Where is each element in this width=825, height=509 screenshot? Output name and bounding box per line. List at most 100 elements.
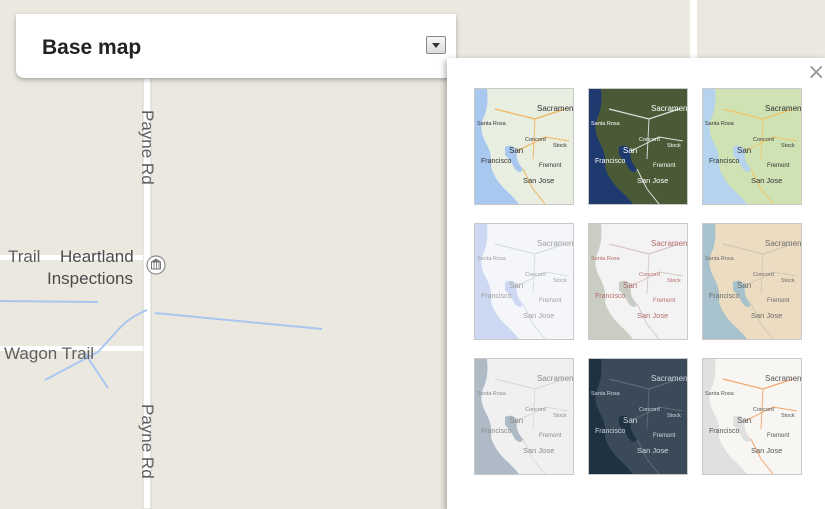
thumbnail-city-label: Francisco — [481, 158, 511, 165]
basemap-thumbnail[interactable]: Sacramento Santa Rosa Concord Stock San Franc… — [474, 223, 574, 340]
thumbnail-city-label: Sacramento — [651, 374, 687, 383]
thumbnail-city-label: Stock — [553, 143, 567, 149]
thumbnail-city-label: Sacramento — [765, 374, 801, 383]
thumbnail-city-label: San — [623, 146, 637, 155]
thumbnail-city-label: Sacramento — [537, 239, 573, 248]
thumbnail-city-label: Concord — [525, 407, 546, 413]
thumbnail-city-label: San Jose — [751, 446, 782, 455]
thumbnail-city-label: Sacramento — [765, 239, 801, 248]
thumbnail-city-label: Fremont — [539, 163, 562, 169]
thumbnail-city-label: Stock — [667, 278, 681, 284]
basemap-header: Base map — [16, 14, 456, 78]
thumbnail-city-label: Stock — [553, 413, 567, 419]
thumbnail-city-label: Santa Rosa — [477, 256, 507, 262]
thumbnail-city-label: San — [623, 416, 637, 425]
thumbnail-city-label: Fremont — [539, 298, 562, 304]
basemap-thumbnail[interactable]: Sacramento Santa Rosa Concord Stock San Franc… — [588, 358, 688, 475]
thumbnail-city-label: Sacramento — [651, 239, 687, 248]
thumbnail-city-label: San Jose — [637, 446, 668, 455]
basemap-gallery-panel: × Sacramento Santa Rosa Concord Stock San Fra… — [447, 58, 825, 509]
thumbnail-city-label: Stock — [781, 413, 795, 419]
thumbnail-city-label: Santa Rosa — [705, 391, 735, 397]
thumbnail-city-label: Stock — [781, 278, 795, 284]
thumbnail-city-label: San Jose — [523, 311, 554, 320]
basemap-thumbnail[interactable]: Sacramento Santa Rosa Concord Stock San Franc… — [588, 88, 688, 205]
basemap-thumbnail-image: Sacramento Santa Rosa Concord Stock San Franc… — [589, 224, 687, 339]
basemap-thumbnail-image: Sacramento Santa Rosa Concord Stock San Franc… — [475, 89, 573, 204]
basemap-thumbnail-image: Sacramento Santa Rosa Concord Stock San Franc… — [589, 359, 687, 474]
thumbnail-city-label: San Jose — [637, 311, 668, 320]
thumbnail-city-label: San — [509, 146, 523, 155]
thumbnail-city-label: San — [509, 281, 523, 290]
poi-label-line2: Inspections — [47, 269, 133, 288]
thumbnail-city-label: Fremont — [767, 163, 790, 169]
basemap-thumbnail[interactable]: Sacramento Santa Rosa Concord Stock San Franc… — [702, 88, 802, 205]
thumbnail-city-label: Fremont — [767, 433, 790, 439]
thumbnail-city-label: Sacramento — [765, 104, 801, 113]
thumbnail-city-label: Francisco — [595, 293, 625, 300]
thumbnail-city-label: San Jose — [751, 311, 782, 320]
thumbnail-city-label: San — [509, 416, 523, 425]
thumbnail-city-label: Francisco — [709, 428, 739, 435]
thumbnail-city-label: Francisco — [481, 428, 511, 435]
thumbnail-city-label: San — [623, 281, 637, 290]
thumbnail-city-label: Concord — [639, 137, 660, 143]
thumbnail-city-label: Santa Rosa — [591, 391, 621, 397]
thumbnail-city-label: Francisco — [709, 293, 739, 300]
basemap-thumbnail-image: Sacramento Santa Rosa Concord Stock San Franc… — [589, 89, 687, 204]
basemap-thumbnail-image: Sacramento Santa Rosa Concord Stock San Franc… — [475, 224, 573, 339]
basemap-thumbnail[interactable]: Sacramento Santa Rosa Concord Stock San Franc… — [588, 223, 688, 340]
thumbnail-city-label: Stock — [667, 143, 681, 149]
map-viewport[interactable]: Payne Rd Payne Rd Trail Wagon Trail Hear… — [0, 0, 825, 509]
thumbnail-city-label: Francisco — [595, 158, 625, 165]
thumbnail-city-label: Santa Rosa — [705, 256, 735, 262]
thumbnail-city-label: Stock — [781, 143, 795, 149]
thumbnail-city-label: San Jose — [751, 176, 782, 185]
triangle-down-icon — [432, 43, 440, 48]
thumbnail-city-label: Santa Rosa — [591, 256, 621, 262]
thumbnail-city-label: Fremont — [653, 298, 676, 304]
basemap-title: Base map — [42, 36, 142, 59]
thumbnail-city-label: Concord — [639, 407, 660, 413]
thumbnail-city-label: Sacramento — [537, 374, 573, 383]
basemap-thumbnail[interactable]: Sacramento Santa Rosa Concord Stock San Franc… — [702, 358, 802, 475]
close-icon[interactable]: × — [807, 62, 825, 84]
thumbnail-city-label: Stock — [667, 413, 681, 419]
poi-label-line1: Heartland — [60, 247, 134, 266]
basemap-thumbnail[interactable]: Sacramento Santa Rosa Concord Stock San Franc… — [702, 223, 802, 340]
thumbnail-city-label: Francisco — [709, 158, 739, 165]
thumbnail-city-label: Concord — [525, 272, 546, 278]
basemap-dropdown-button[interactable] — [426, 36, 446, 54]
thumbnail-city-label: Santa Rosa — [591, 121, 621, 127]
payne-rd-label: Payne Rd — [138, 110, 157, 185]
thumbnail-city-label: San — [737, 281, 751, 290]
thumbnail-city-label: San — [737, 146, 751, 155]
thumbnail-city-label: San Jose — [523, 446, 554, 455]
basemap-thumbnail-image: Sacramento Santa Rosa Concord Stock San Franc… — [703, 359, 801, 474]
government-building-icon[interactable] — [146, 255, 166, 275]
thumbnail-city-label: San — [737, 416, 751, 425]
basemap-thumbnail[interactable]: Sacramento Santa Rosa Concord Stock San Franc… — [474, 358, 574, 475]
thumbnail-city-label: Stock — [553, 278, 567, 284]
thumbnail-city-label: Fremont — [653, 163, 676, 169]
thumbnail-city-label: San Jose — [637, 176, 668, 185]
basemap-thumbnail[interactable]: Sacramento Santa Rosa Concord Stock San Franc… — [474, 88, 574, 205]
thumbnail-city-label: Francisco — [481, 293, 511, 300]
basemap-thumbnail-image: Sacramento Santa Rosa Concord Stock San Franc… — [703, 224, 801, 339]
thumbnail-city-label: Concord — [639, 272, 660, 278]
thumbnail-city-label: Fremont — [767, 298, 790, 304]
thumbnail-city-label: Concord — [753, 137, 774, 143]
map-road-segment — [690, 0, 697, 60]
thumbnail-city-label: Fremont — [539, 433, 562, 439]
thumbnail-city-label: Sacramento — [651, 104, 687, 113]
payne-rd-label: Payne Rd — [138, 404, 157, 479]
trail-label: Trail — [8, 247, 40, 266]
thumbnail-city-label: Santa Rosa — [705, 121, 735, 127]
thumbnail-city-label: Fremont — [653, 433, 676, 439]
thumbnail-city-label: Concord — [753, 407, 774, 413]
thumbnail-city-label: Concord — [753, 272, 774, 278]
thumbnail-city-label: Santa Rosa — [477, 121, 507, 127]
thumbnail-city-label: San Jose — [523, 176, 554, 185]
thumbnail-city-label: Santa Rosa — [477, 391, 507, 397]
basemap-thumbnail-image: Sacramento Santa Rosa Concord Stock San Franc… — [703, 89, 801, 204]
